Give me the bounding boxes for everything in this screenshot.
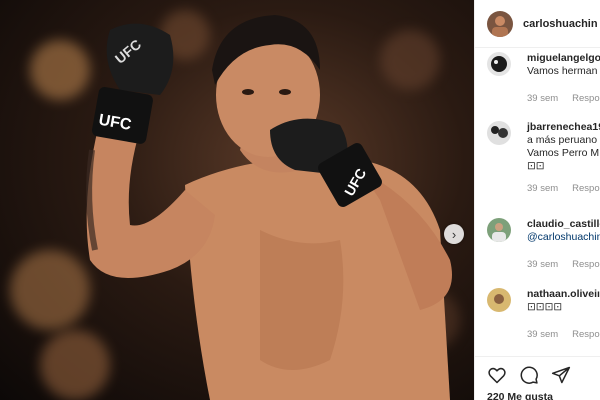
reply-button[interactable]: Respon [572, 329, 600, 340]
comment-username[interactable]: jbarrenechea19 [527, 121, 600, 134]
comment-username[interactable]: nathaan.oliveiı [527, 288, 600, 301]
comment-username[interactable]: miguelangelgo [527, 52, 600, 65]
heart-icon[interactable] [487, 365, 507, 390]
comment-text: ⊡⊡ [527, 160, 545, 172]
comment-icon[interactable] [519, 365, 539, 390]
reply-button[interactable]: Respon [572, 259, 600, 270]
next-image-button[interactable]: › [444, 224, 464, 244]
avatar[interactable] [487, 288, 511, 312]
comment-username[interactable]: claudio_castillo [527, 218, 600, 231]
comment-time[interactable]: 39 sem [527, 259, 558, 270]
post-sidebar: carloshuachin miguelangelgo Vamos herman… [474, 0, 600, 400]
chevron-right-icon: › [451, 226, 457, 242]
share-icon[interactable] [551, 365, 571, 390]
owner-username[interactable]: carloshuachin [523, 18, 598, 30]
comment-mention-link[interactable]: @carloshuachin [527, 231, 600, 244]
comment-text: Vamos herman [527, 65, 598, 77]
comment-time[interactable]: 39 sem [527, 329, 558, 340]
comment-text: a más peruano [527, 134, 598, 146]
reply-button[interactable]: Respon [572, 183, 600, 194]
post-header: carloshuachin [475, 0, 600, 48]
comment-time[interactable]: 39 sem [527, 93, 558, 104]
avatar[interactable] [487, 52, 511, 76]
like-count[interactable]: 220 Me gusta [487, 391, 553, 400]
comment-text: ⊡⊡⊡⊡ [527, 301, 563, 313]
fighter-figure: UFC UFC UFC [86, 15, 452, 400]
post-photo[interactable]: UFC UFC UFC › [0, 0, 474, 400]
avatar[interactable] [487, 121, 511, 145]
comment-text: Vamos Perro M [527, 147, 600, 159]
reply-button[interactable]: Respon [572, 93, 600, 104]
avatar[interactable] [487, 218, 511, 242]
comment-time[interactable]: 39 sem [527, 183, 558, 194]
avatar[interactable] [487, 10, 513, 37]
